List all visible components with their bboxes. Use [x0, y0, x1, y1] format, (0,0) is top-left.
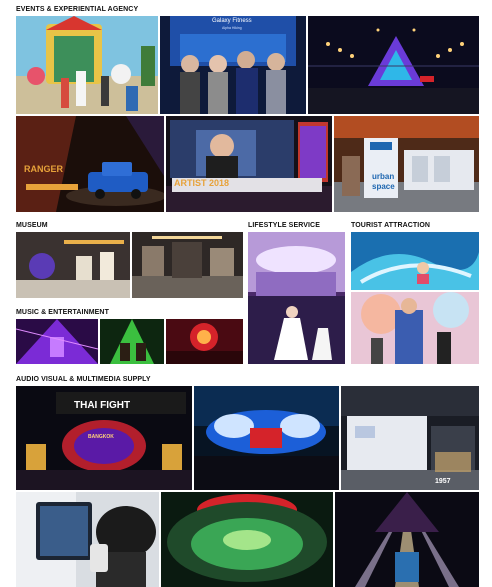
photo-thai-fight-stage: THAI FIGHT BANGKOK	[16, 386, 192, 490]
galaxy-fitness-subtitle: Alpha Hiking	[222, 26, 242, 30]
urban-text: urban	[372, 172, 395, 181]
galaxy-fitness-title: Galaxy Fitness	[212, 18, 252, 24]
section-heading-music: MUSIC & ENTERTAINMENT	[16, 309, 109, 316]
artist-event-text: ARTIST 2018	[174, 178, 230, 188]
year-text: 1957	[435, 478, 451, 485]
bangkok-text: BANGKOK	[88, 434, 114, 440]
photo-museum-gallery	[132, 232, 243, 298]
photo-ranger-launch: RANGER	[16, 116, 164, 212]
photo-lifestyle-wedding	[248, 232, 345, 364]
photo-tourist-art	[351, 292, 479, 364]
section-heading-museum: MUSEUM	[16, 222, 48, 229]
photo-light-beams	[335, 492, 479, 587]
photo-arena-concert	[161, 492, 333, 587]
photo-urban-space-booth: urban space	[334, 116, 479, 212]
photo-triangle-stage	[308, 16, 479, 114]
photo-galaxy-fitness: Galaxy Fitness Alpha Hiking	[160, 16, 306, 114]
photo-concert-blue	[194, 386, 339, 490]
section-heading-audio: AUDIO VISUAL & MULTIMEDIA SUPPLY	[16, 376, 151, 383]
section-heading-lifestyle: LIFESTYLE SERVICE	[248, 222, 320, 229]
photo-tourist-slide	[351, 232, 479, 290]
photo-music-red	[166, 319, 243, 364]
thai-fight-text: THAI FIGHT	[74, 400, 131, 411]
photo-music-green	[100, 319, 164, 364]
ranger-text: RANGER	[24, 164, 64, 174]
photo-museum-planet	[16, 232, 130, 298]
photo-artist-stage: ARTIST 2018	[166, 116, 332, 212]
photo-music-purple	[16, 319, 98, 364]
photo-exhibition-hall: 1957	[341, 386, 479, 490]
photo-parade-event	[16, 16, 158, 114]
section-heading-events: EVENTS & EXPERIENTIAL AGENCY	[16, 6, 139, 13]
photo-tablet-demo	[16, 492, 159, 587]
space-text: space	[372, 182, 395, 191]
section-heading-tourist: TOURIST ATTRACTION	[351, 222, 431, 229]
